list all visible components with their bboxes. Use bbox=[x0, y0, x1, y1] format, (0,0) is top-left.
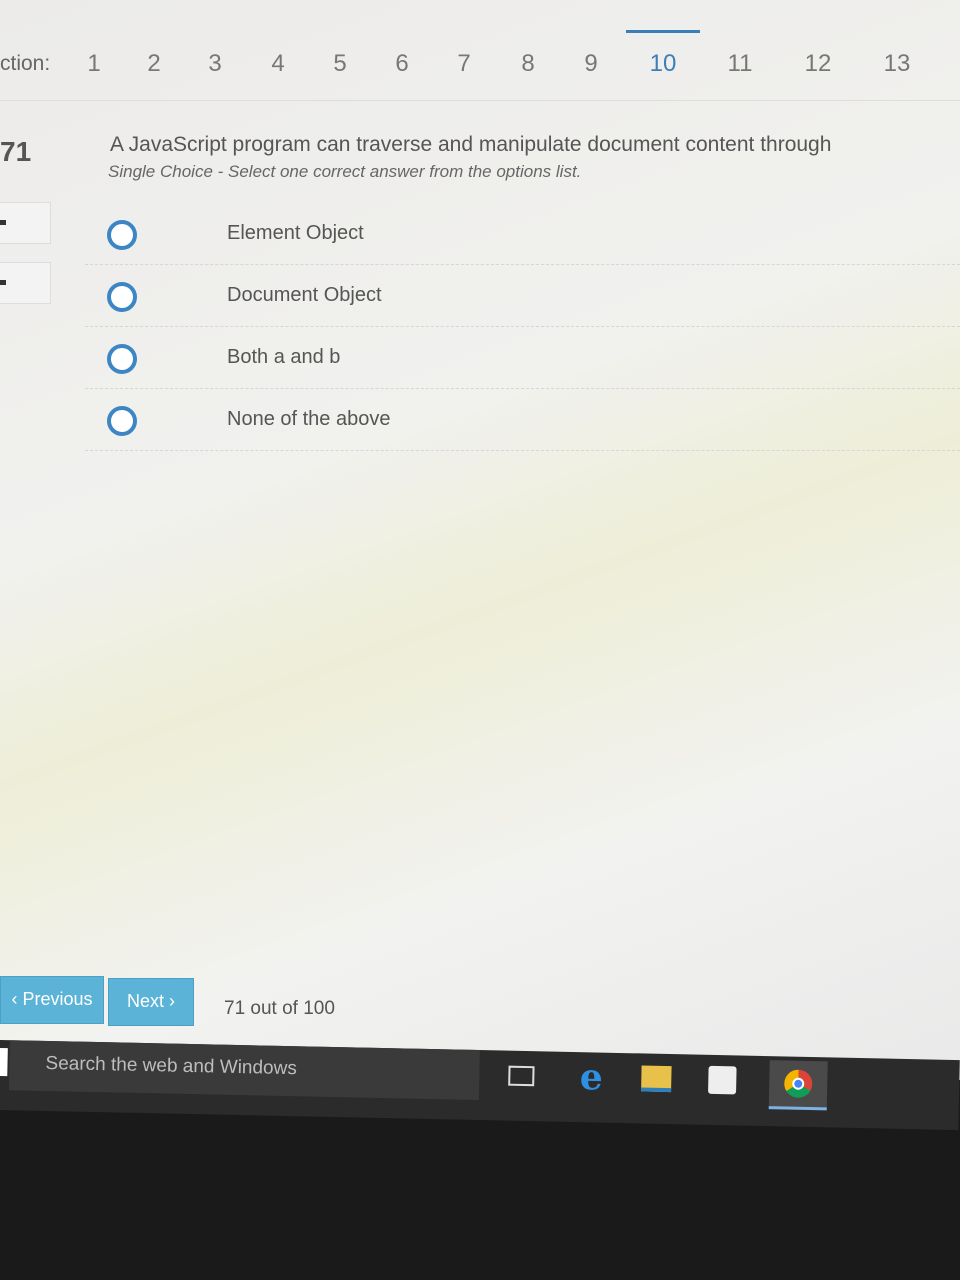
question-number: 71 bbox=[0, 136, 32, 167]
option-document-object[interactable]: Document Object bbox=[85, 264, 960, 327]
question-text: A JavaScript program can traverse and ma… bbox=[110, 133, 832, 156]
section-12[interactable]: 12 bbox=[798, 50, 838, 78]
left-panel-tab[interactable] bbox=[0, 202, 51, 244]
option-label: Element Object bbox=[227, 222, 364, 244]
task-view-icon[interactable] bbox=[504, 1059, 539, 1094]
option-both-a-and-b[interactable]: Both a and b bbox=[85, 326, 960, 389]
option-element-object[interactable]: Element Object bbox=[85, 202, 960, 265]
section-3[interactable]: 3 bbox=[195, 50, 235, 78]
option-label: None of the above bbox=[227, 408, 391, 430]
section-9[interactable]: 9 bbox=[571, 50, 611, 78]
radio-button[interactable] bbox=[107, 406, 137, 436]
section-11[interactable]: 11 bbox=[720, 50, 760, 78]
section-4[interactable]: 4 bbox=[258, 50, 298, 78]
next-button[interactable]: Next › bbox=[108, 978, 194, 1026]
section-5[interactable]: 5 bbox=[320, 50, 360, 78]
section-10[interactable]: 10 bbox=[643, 50, 683, 78]
option-label: Document Object bbox=[227, 284, 382, 306]
option-none-of-the-above[interactable]: None of the above bbox=[85, 388, 960, 451]
section-7[interactable]: 7 bbox=[444, 50, 484, 78]
store-icon[interactable] bbox=[705, 1063, 740, 1098]
start-icon[interactable] bbox=[0, 1047, 8, 1077]
search-box[interactable]: Search the web and Windows bbox=[8, 1040, 480, 1101]
previous-button[interactable]: ‹ Previous bbox=[0, 976, 104, 1024]
section-6[interactable]: 6 bbox=[382, 50, 422, 78]
search-placeholder: Search the web and Windows bbox=[45, 1052, 298, 1080]
section-13[interactable]: 13 bbox=[877, 50, 917, 78]
left-panel-tab[interactable] bbox=[0, 262, 51, 304]
radio-button[interactable] bbox=[107, 220, 137, 250]
section-8[interactable]: 8 bbox=[508, 50, 548, 78]
progress-text: 71 out of 100 bbox=[224, 998, 335, 1019]
chrome-icon[interactable] bbox=[768, 1060, 828, 1111]
radio-button[interactable] bbox=[107, 282, 137, 312]
section-1[interactable]: 1 bbox=[74, 50, 114, 78]
active-section-indicator bbox=[626, 30, 700, 33]
file-explorer-icon[interactable] bbox=[639, 1061, 674, 1096]
section-label: ction: bbox=[0, 52, 51, 75]
option-label: Both a and b bbox=[227, 346, 341, 368]
edge-icon[interactable]: e bbox=[574, 1056, 609, 1098]
section-2[interactable]: 2 bbox=[134, 50, 174, 78]
question-subtitle: Single Choice - Select one correct answe… bbox=[108, 162, 582, 181]
app-screen: ction: 1 2 3 4 5 6 7 8 9 10 11 12 13 71 … bbox=[0, 0, 960, 1080]
section-nav: ction: 1 2 3 4 5 6 7 8 9 10 11 12 13 bbox=[0, 30, 960, 101]
radio-button[interactable] bbox=[107, 344, 137, 374]
